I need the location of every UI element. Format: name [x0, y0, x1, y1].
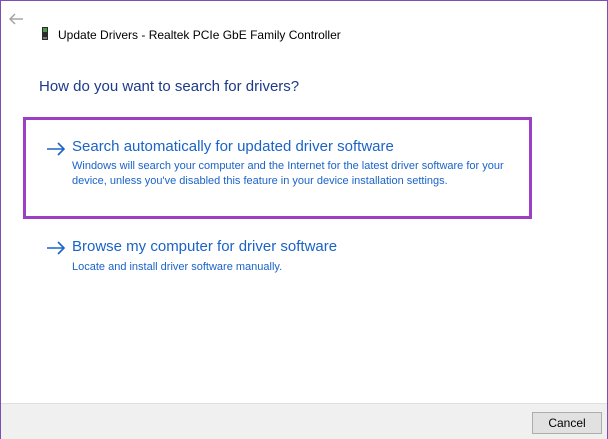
cancel-button[interactable]: Cancel — [532, 412, 602, 434]
network-adapter-icon — [42, 27, 48, 40]
right-arrow-icon — [47, 142, 66, 156]
update-drivers-window: Update Drivers - Realtek PCIe GbE Family… — [0, 0, 608, 439]
option-title: Search automatically for updated driver … — [72, 138, 394, 155]
back-button[interactable] — [7, 10, 25, 28]
option-title: Browse my computer for driver software — [72, 238, 338, 255]
back-arrow-icon — [9, 13, 23, 25]
option-description: Windows will search your computer and th… — [72, 160, 504, 187]
page-heading: How do you want to search for drivers? — [39, 78, 300, 95]
search-automatically-option[interactable]: Search automatically for updated driver … — [23, 117, 532, 219]
footer-bar: Cancel — [1, 403, 607, 439]
window-title: Update Drivers - Realtek PCIe GbE Family… — [58, 28, 341, 42]
option-description: Locate and install driver software manua… — [72, 261, 283, 273]
browse-computer-option[interactable]: Browse my computer for driver software L… — [23, 233, 532, 283]
right-arrow-icon — [47, 241, 66, 255]
